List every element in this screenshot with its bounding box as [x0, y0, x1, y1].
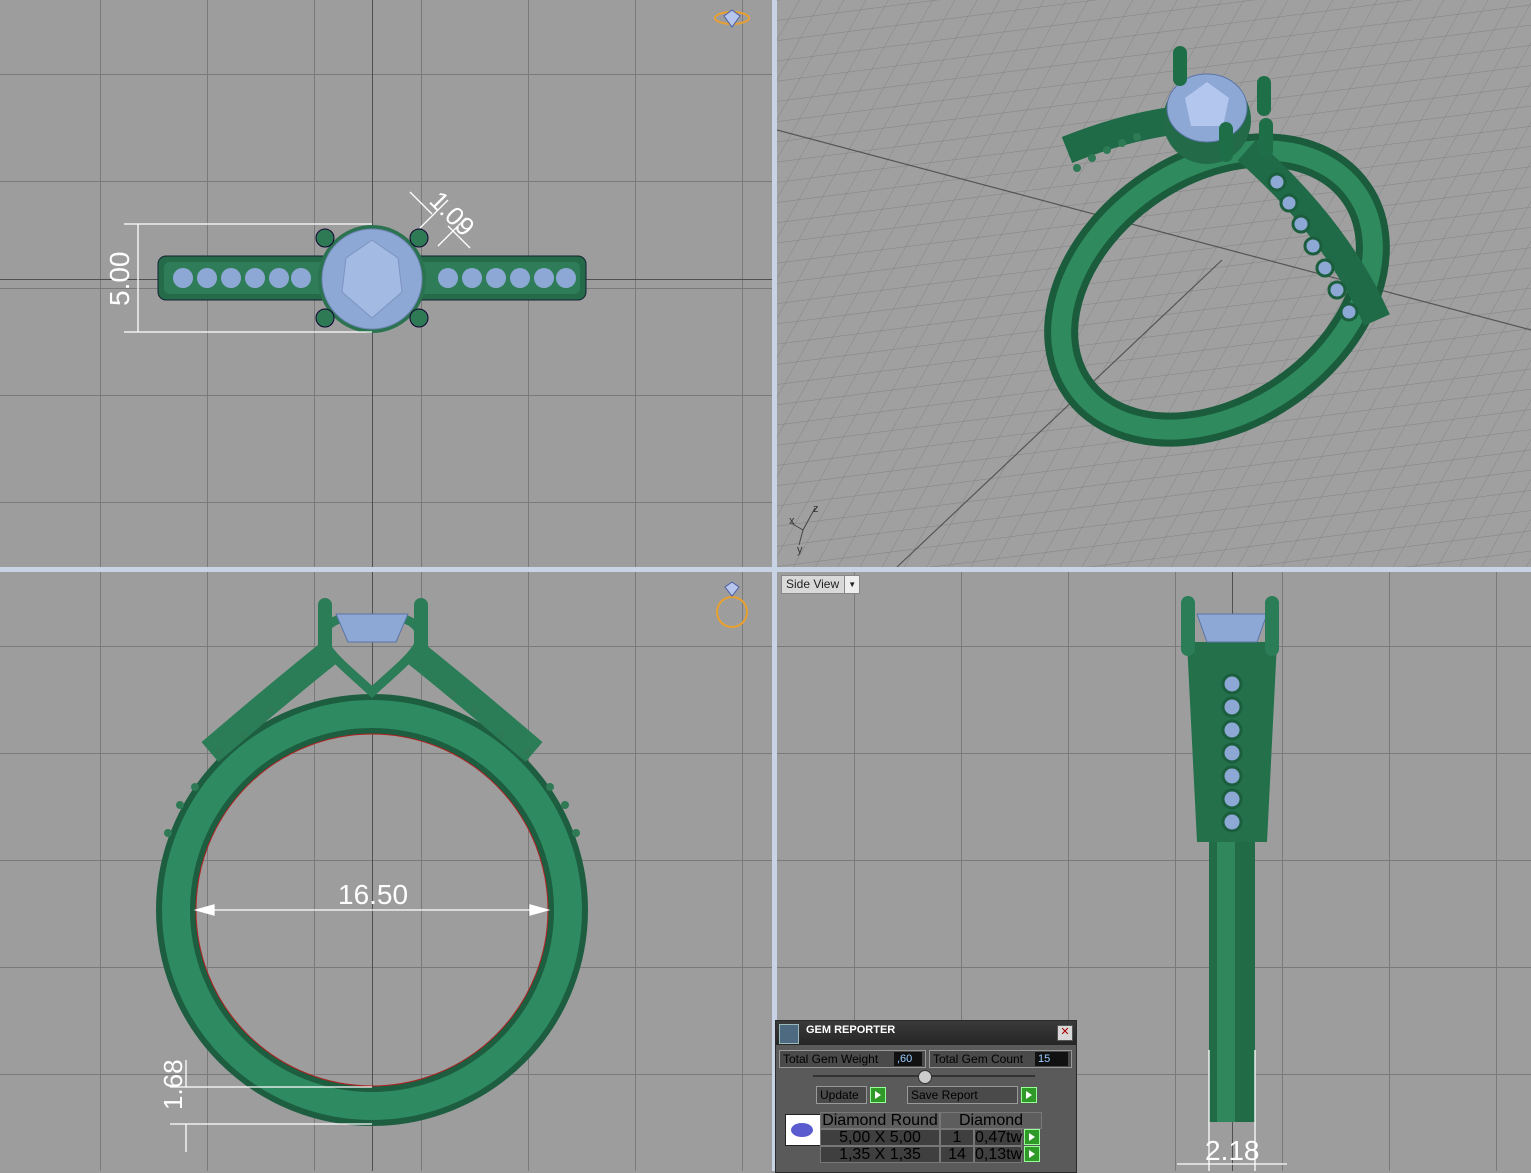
dimension-label-prong: 1.09 — [424, 185, 481, 242]
table-row-size: 5,00 X 5,00 — [820, 1129, 940, 1146]
center-stone-side — [335, 613, 409, 643]
dimension-label-shank: 1.68 — [158, 1059, 188, 1110]
center-stone-profile — [1196, 613, 1268, 643]
perspective-view-drawing: x y z — [777, 0, 1531, 567]
perspective-grid — [777, 0, 1531, 567]
close-icon[interactable]: ✕ — [1057, 1025, 1073, 1041]
dimension-label-inner: 16.50 — [338, 879, 408, 910]
total-gem-count-label: Total Gem Count — [933, 1052, 1024, 1066]
table-row-count: 14 — [940, 1146, 974, 1163]
front-view-drawing: 16.50 1.68 — [156, 581, 748, 1152]
view-orientation-icon[interactable] — [714, 9, 750, 28]
table-row-size: 1,35 X 1,35 — [820, 1146, 940, 1163]
update-button-label: Update — [820, 1088, 859, 1102]
total-gem-weight-value: ,60 — [894, 1052, 922, 1066]
total-gem-count-value: 15 — [1035, 1052, 1068, 1066]
prong — [409, 228, 429, 248]
dimension-label-width: 5.00 — [104, 252, 135, 307]
dimension-label-side: 2.18 — [1205, 1135, 1260, 1166]
save-report-button[interactable]: Save Report — [907, 1086, 1037, 1104]
play-icon[interactable] — [1024, 1129, 1040, 1145]
gem-thumbnail — [785, 1114, 821, 1146]
table-row-weight: 0,13tw — [974, 1146, 1023, 1163]
viewport-front[interactable]: 16.50 1.68 — [0, 572, 772, 1171]
axis-label-z: z — [813, 503, 819, 515]
prong — [409, 308, 429, 328]
play-icon[interactable] — [1024, 1146, 1040, 1162]
prong — [315, 228, 335, 248]
column-header-material: Diamond — [940, 1112, 1042, 1129]
top-view-drawing: 5.00 1.09 — [104, 9, 750, 333]
play-icon[interactable] — [870, 1087, 886, 1103]
shank-highlight — [1217, 832, 1235, 1122]
column-header-shape: Diamond Round — [820, 1112, 940, 1129]
prong — [1265, 596, 1279, 656]
viewport-top[interactable]: 5.00 1.09 — [0, 0, 772, 567]
axis-label-x: x — [789, 515, 795, 527]
gem-reporter-title: GEM REPORTER — [806, 1024, 896, 1036]
prong — [318, 598, 332, 656]
viewport-perspective[interactable]: x y z — [777, 0, 1531, 567]
table-row-weight: 0,47tw — [974, 1129, 1023, 1146]
play-icon[interactable] — [1021, 1087, 1037, 1103]
axis-label-y: y — [797, 544, 803, 556]
gem-reporter-titlebar[interactable]: GEM REPORTER ✕ — [776, 1021, 1076, 1045]
save-report-button-label: Save Report — [911, 1088, 978, 1102]
prong — [1181, 596, 1195, 656]
prong — [414, 598, 428, 656]
viewport-separator-vertical[interactable] — [772, 0, 777, 1171]
gem-reporter-icon — [779, 1024, 799, 1044]
prong — [315, 308, 335, 328]
table-row-count: 1 — [940, 1129, 974, 1146]
view-orientation-icon[interactable] — [716, 581, 748, 628]
viewport-separator-horizontal[interactable] — [0, 567, 1531, 572]
update-button[interactable]: Update — [816, 1086, 886, 1104]
report-slider-knob[interactable] — [918, 1070, 932, 1084]
total-gem-weight-label: Total Gem Weight — [783, 1052, 879, 1066]
